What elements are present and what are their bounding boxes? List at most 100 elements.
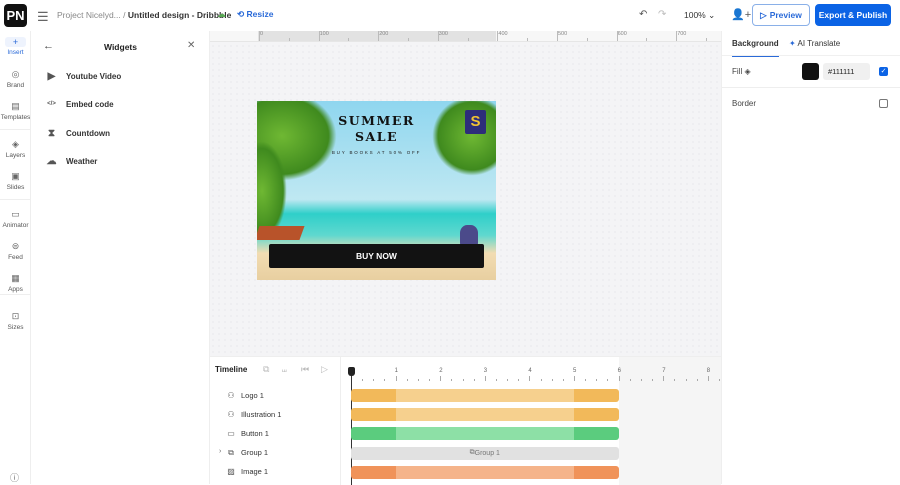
rail-item-label: Layers bbox=[5, 152, 26, 159]
widget-weather[interactable]: ☁ Weather bbox=[45, 152, 98, 170]
timeline-second-label: 4 bbox=[528, 368, 532, 374]
chevron-down-icon: ⌄ bbox=[708, 10, 716, 20]
timeline-tick bbox=[596, 379, 598, 381]
resize-label: Resize bbox=[246, 9, 274, 19]
fill-settings-icon[interactable]: ◈ bbox=[744, 67, 750, 76]
timeline-tick bbox=[618, 376, 620, 381]
ruler-tick bbox=[348, 38, 350, 41]
widget-label: Embed code bbox=[66, 99, 114, 109]
timeline-tick bbox=[484, 376, 486, 381]
timeline-tracks[interactable]: 1 2 3 4 5 6 7 8 ⧉ Group 1 bbox=[341, 357, 732, 485]
animation-in-segment[interactable] bbox=[351, 408, 396, 422]
play-icon: ▷ bbox=[760, 9, 767, 20]
app-logo[interactable]: PN bbox=[4, 4, 27, 27]
design-name[interactable]: Untitled design - Dribbble bbox=[128, 10, 231, 20]
rail-item-insert[interactable]: + Insert bbox=[0, 37, 31, 56]
beach-chair bbox=[257, 226, 305, 240]
rail-item-sizes[interactable]: ⊡ Sizes bbox=[0, 311, 31, 331]
skip-start-icon[interactable]: ⏮ bbox=[301, 364, 309, 375]
shopping-bag-logo[interactable]: S bbox=[465, 110, 486, 134]
feed-icon: ⊜ bbox=[11, 241, 20, 251]
fill-color-swatch[interactable] bbox=[802, 63, 819, 80]
ruler-tick bbox=[616, 31, 618, 41]
widget-countdown[interactable]: ⧗ Countdown bbox=[45, 124, 110, 142]
widget-youtube-video[interactable]: ▶ Youtube Video bbox=[45, 67, 122, 85]
timeline-tick bbox=[429, 379, 431, 381]
ruler-label: 400 bbox=[498, 31, 508, 37]
menu-icon[interactable]: ☰ bbox=[37, 9, 49, 25]
widget-label: Weather bbox=[66, 156, 98, 166]
redo-icon[interactable]: ↷ bbox=[658, 9, 666, 20]
widget-embed-code[interactable]: </> Embed code bbox=[45, 95, 114, 113]
video-icon: ▶ bbox=[47, 70, 56, 82]
panel-title: Widgets bbox=[104, 42, 137, 52]
plus-icon: + bbox=[5, 37, 26, 47]
rail-divider bbox=[0, 129, 31, 130]
rail-item-label: Insert bbox=[7, 49, 24, 56]
timeline-bar[interactable] bbox=[351, 389, 619, 402]
undo-icon[interactable]: ↶ bbox=[639, 9, 647, 20]
play-timeline-icon[interactable]: ▷ bbox=[321, 364, 328, 375]
rail-item-feed[interactable]: ⊜ Feed bbox=[0, 241, 31, 261]
project-link[interactable]: Project Nicelyd... bbox=[57, 10, 121, 20]
rail-item-label: Apps bbox=[8, 286, 23, 293]
cloud-saved-icon: ☁ bbox=[217, 9, 226, 19]
animation-in-segment[interactable] bbox=[351, 465, 396, 479]
headline-line-2[interactable]: SALE bbox=[257, 129, 496, 145]
rail-item-animator[interactable]: ▭ Animator bbox=[0, 209, 31, 229]
animation-out-segment[interactable] bbox=[573, 389, 619, 402]
rail-item-layers[interactable]: ◈ Layers bbox=[0, 139, 31, 159]
subtitle[interactable]: BUY BOOKS AT 50% OFF bbox=[257, 150, 496, 155]
resize-button[interactable]: ⟲ Resize bbox=[237, 9, 273, 20]
fill-hex-input[interactable]: #111111 bbox=[823, 63, 870, 80]
timeline-layer-button-1[interactable]: ▭ Button 1 bbox=[226, 426, 269, 440]
buy-now-button[interactable]: BUY NOW bbox=[269, 244, 484, 268]
rail-item-slides[interactable]: ▣ Slides bbox=[0, 171, 31, 191]
rail-item-label: Feed bbox=[8, 254, 23, 261]
animation-in-segment[interactable] bbox=[351, 389, 396, 402]
timeline-bar[interactable] bbox=[351, 465, 619, 479]
border-checkbox[interactable] bbox=[879, 99, 888, 108]
timeline-layer-illustration-1[interactable]: ⚇ Illustration 1 bbox=[226, 407, 281, 421]
split-icon[interactable]: ⧢ bbox=[282, 364, 287, 375]
headline-line-1[interactable]: SUMMER bbox=[257, 113, 496, 129]
expand-chevron-icon[interactable]: › bbox=[219, 448, 221, 455]
rail-item-label: Slides bbox=[6, 184, 25, 191]
rail-item-templates[interactable]: ▤ Templates bbox=[0, 101, 31, 121]
timeline-layer-image-1[interactable]: ▨ Image 1 bbox=[226, 465, 268, 479]
timeline-group-bar[interactable]: ⧉ Group 1 bbox=[351, 446, 619, 460]
timeline-tick bbox=[607, 379, 609, 381]
export-publish-button[interactable]: Export & Publish bbox=[815, 4, 891, 26]
close-icon[interactable]: ✕ bbox=[187, 40, 195, 51]
timeline-tick bbox=[551, 379, 553, 381]
ruler-selection-highlight bbox=[258, 31, 496, 41]
fill-checkbox[interactable]: ✓ bbox=[879, 67, 888, 76]
ruler-tick bbox=[676, 31, 678, 41]
animation-out-segment[interactable] bbox=[573, 408, 619, 422]
tab-ai-translate[interactable]: ✦ AI Translate bbox=[789, 39, 840, 48]
timeline-tick bbox=[629, 379, 631, 381]
add-user-icon[interactable]: 👤+ bbox=[731, 8, 751, 21]
copy-icon[interactable]: ⧉ bbox=[263, 364, 269, 375]
playhead-handle[interactable] bbox=[348, 367, 355, 376]
timeline-tick bbox=[540, 379, 542, 381]
preview-button[interactable]: ▷ Preview bbox=[752, 4, 810, 26]
brand-icon: ◎ bbox=[11, 69, 20, 79]
animation-in-segment[interactable] bbox=[351, 427, 396, 441]
resize-icon: ⟲ bbox=[237, 9, 245, 19]
animation-out-segment[interactable] bbox=[573, 465, 619, 479]
cat-illustration[interactable] bbox=[460, 225, 478, 245]
animation-out-segment[interactable] bbox=[573, 427, 619, 441]
timeline-tick bbox=[585, 379, 587, 381]
timeline-layer-group-1[interactable]: ⧉ Group 1 bbox=[226, 446, 268, 460]
rail-item-brand[interactable]: ◎ Brand bbox=[0, 69, 31, 89]
design-artboard[interactable]: SUMMER SALE BUY BOOKS AT 50% OFF S BUY N… bbox=[257, 101, 496, 280]
rail-item-apps[interactable]: ▦ Apps bbox=[0, 273, 31, 293]
timeline-second-label: 3 bbox=[483, 368, 488, 374]
timeline-bar[interactable] bbox=[351, 408, 619, 422]
timeline-bar[interactable] bbox=[351, 427, 619, 441]
zoom-select[interactable]: 100% ⌄ bbox=[684, 10, 715, 21]
timeline-layer-logo-1[interactable]: ⚇ Logo 1 bbox=[226, 388, 264, 402]
timeline-tick bbox=[417, 379, 419, 381]
help-icon[interactable]: ⓘ bbox=[10, 471, 19, 484]
